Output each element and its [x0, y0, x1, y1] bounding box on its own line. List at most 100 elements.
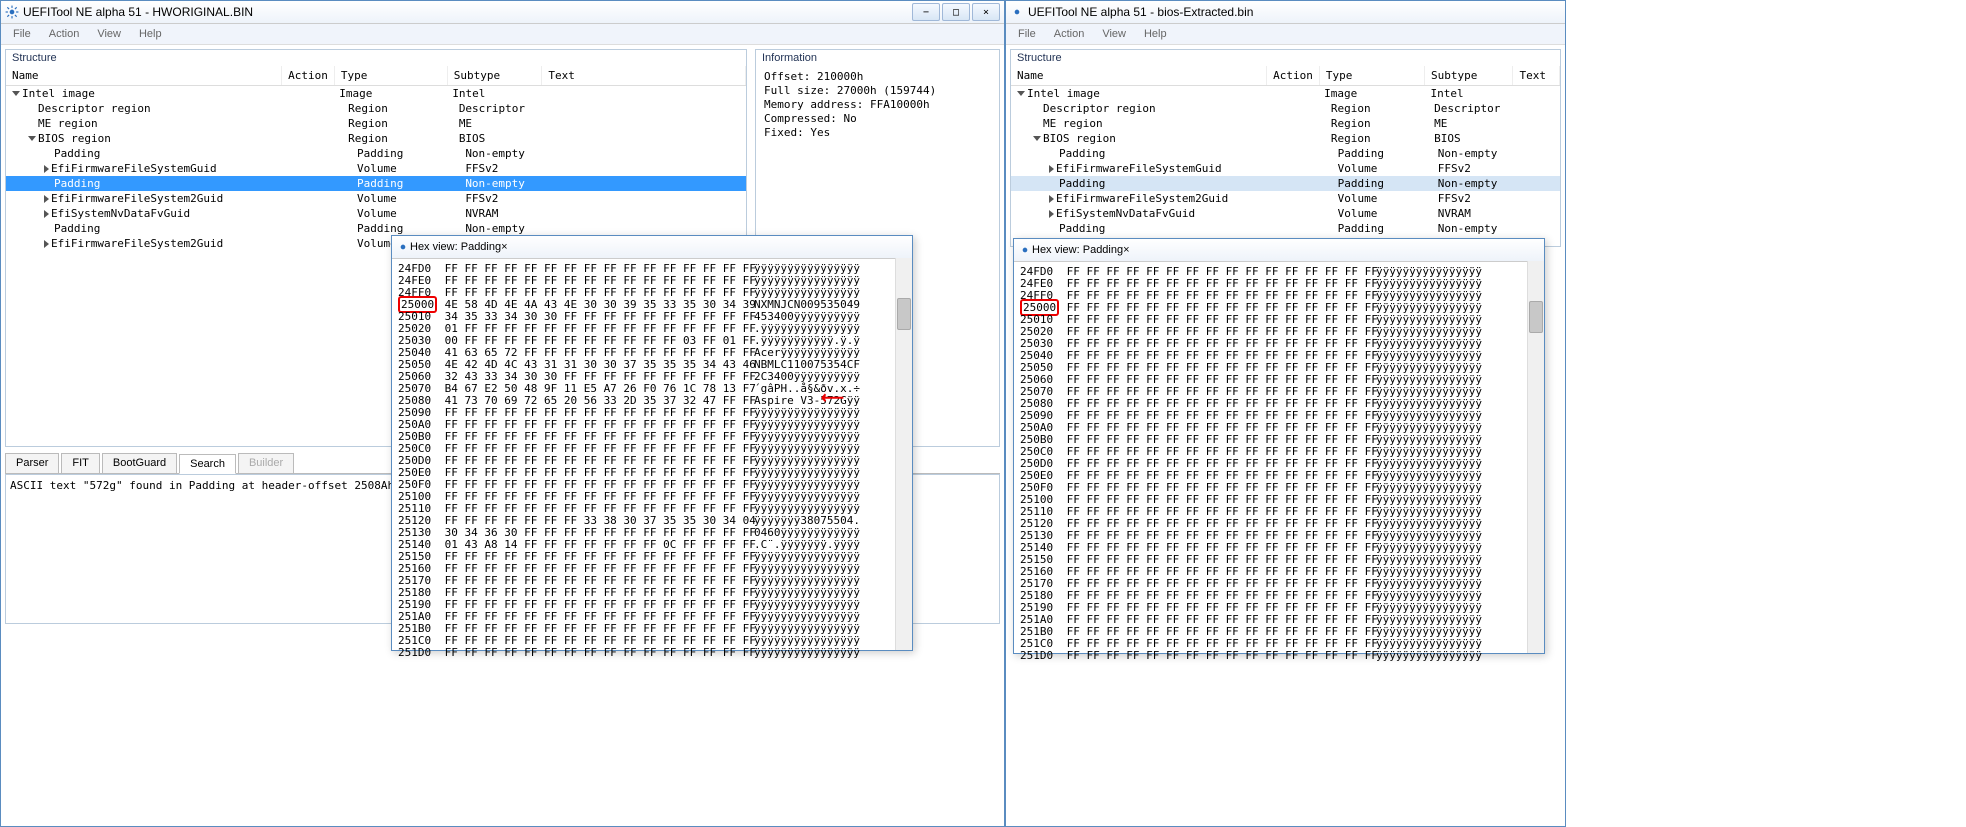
app-icon [396, 240, 410, 254]
hex-ascii: ÿÿÿÿÿÿÿÿÿÿÿÿÿÿÿÿ [1370, 650, 1482, 662]
tab-parser[interactable]: Parser [5, 453, 59, 473]
app-icon [1010, 5, 1024, 19]
tree-row[interactable]: PaddingPaddingNon-empty [1011, 176, 1560, 191]
tab-bootguard[interactable]: BootGuard [102, 453, 177, 473]
tree-node-name: EfiSystemNvDataFvGuid [1056, 207, 1195, 220]
expand-icon[interactable] [1049, 195, 1054, 203]
tree-row[interactable]: PaddingPaddingNon-empty [6, 221, 746, 236]
expand-icon[interactable] [44, 165, 49, 173]
expand-icon[interactable] [1049, 165, 1054, 173]
column-header-type[interactable]: Type [1320, 66, 1425, 85]
menu-help[interactable]: Help [1136, 26, 1175, 42]
tree-row[interactable]: Descriptor regionRegionDescriptor [1011, 101, 1560, 116]
menu-action[interactable]: Action [1046, 26, 1093, 42]
hex-scrollbar[interactable] [1527, 261, 1544, 653]
structure-label: Structure [1011, 50, 1560, 66]
search-result-line[interactable]: ASCII text "572g" found in Padding at he… [10, 479, 394, 492]
column-header-text[interactable]: Text [542, 66, 746, 85]
tree-row[interactable]: BIOS regionRegionBIOS [6, 131, 746, 146]
structure-label: Structure [6, 50, 746, 66]
expand-icon[interactable] [44, 210, 49, 218]
information-label: Information [756, 50, 999, 66]
tree-row[interactable]: PaddingPaddingNon-empty [1011, 146, 1560, 161]
tree-node-name: Padding [1059, 147, 1105, 160]
tree-row[interactable]: EfiSystemNvDataFvGuidVolumeNVRAM [1011, 206, 1560, 221]
menu-view[interactable]: View [89, 26, 129, 42]
hex-view-window-left[interactable]: Hex view: Padding × 24FD0 FF FF FF FF FF… [391, 235, 913, 651]
column-header-subtype[interactable]: Subtype [448, 66, 543, 85]
tree-row[interactable]: BIOS regionRegionBIOS [1011, 131, 1560, 146]
menu-view[interactable]: View [1094, 26, 1134, 42]
tree-row[interactable]: EfiSystemNvDataFvGuidVolumeNVRAM [6, 206, 746, 221]
hex-bytes: FF FF FF FF FF FF FF FF FF FF FF FF FF F… [438, 647, 748, 659]
hex-offset: 251D0 [398, 647, 438, 659]
hex-close-button[interactable]: × [1123, 244, 1129, 256]
tree-node-name: Intel image [1027, 87, 1100, 100]
structure-panel: Structure NameActionTypeSubtypeText Inte… [1010, 49, 1561, 247]
menubar: FileActionViewHelp [1, 24, 1004, 45]
hex-scrollbar[interactable] [895, 258, 912, 650]
tree-row[interactable]: PaddingPaddingNon-empty [6, 176, 746, 191]
expand-icon[interactable] [1049, 210, 1054, 218]
expand-icon[interactable] [1033, 136, 1041, 141]
tab-search[interactable]: Search [179, 454, 236, 474]
tree-row[interactable]: PaddingPaddingNon-empty [1011, 221, 1560, 236]
column-header-name[interactable]: Name [1011, 66, 1267, 85]
maximize-button[interactable]: □ [942, 3, 970, 21]
hex-row[interactable]: 251D0 FF FF FF FF FF FF FF FF FF FF FF F… [398, 647, 906, 659]
hex-title: Hex view: Padding [1032, 244, 1123, 256]
titlebar-right[interactable]: UEFITool NE alpha 51 - bios-Extracted.bi… [1006, 1, 1565, 24]
tree-node-name: Padding [54, 147, 100, 160]
column-header-action[interactable]: Action [1267, 66, 1320, 85]
tree-node-name: ME region [1043, 117, 1103, 130]
tree-row[interactable]: ME regionRegionME [1011, 116, 1560, 131]
tree-node-name: Descriptor region [38, 102, 151, 115]
tree-node-name: Intel image [22, 87, 95, 100]
tree-row[interactable]: ME regionRegionME [6, 116, 746, 131]
column-header-name[interactable]: Name [6, 66, 282, 85]
expand-icon[interactable] [44, 240, 49, 248]
tree-node-name: EfiFirmwareFileSystemGuid [51, 162, 217, 175]
tree-header[interactable]: NameActionTypeSubtypeText [6, 66, 746, 86]
close-button[interactable]: × [972, 3, 1000, 21]
tree-node-name: Descriptor region [1043, 102, 1156, 115]
titlebar-left[interactable]: UEFITool NE alpha 51 - HWORIGINAL.BIN − … [1, 1, 1004, 24]
expand-icon[interactable] [1017, 91, 1025, 96]
tree-node-name: BIOS region [1043, 132, 1116, 145]
hex-row[interactable]: 251D0 FF FF FF FF FF FF FF FF FF FF FF F… [1020, 650, 1538, 662]
column-header-action[interactable]: Action [282, 66, 335, 85]
hex-close-button[interactable]: × [501, 241, 507, 253]
tree-row[interactable]: Descriptor regionRegionDescriptor [6, 101, 746, 116]
hex-body[interactable]: 24FD0 FF FF FF FF FF FF FF FF FF FF FF F… [392, 259, 912, 663]
tree-row[interactable]: EfiFirmwareFileSystem2GuidVolumeFFSv2 [1011, 191, 1560, 206]
tree-row[interactable]: EfiFirmwareFileSystemGuidVolumeFFSv2 [6, 161, 746, 176]
menu-action[interactable]: Action [41, 26, 88, 42]
column-header-subtype[interactable]: Subtype [1425, 66, 1513, 85]
tree-row[interactable]: PaddingPaddingNon-empty [6, 146, 746, 161]
column-header-text[interactable]: Text [1513, 66, 1560, 85]
tab-fit[interactable]: FIT [61, 453, 100, 473]
hex-view-window-right[interactable]: Hex view: Padding × 24FD0 FF FF FF FF FF… [1013, 238, 1545, 654]
tree-node-name: EfiSystemNvDataFvGuid [51, 207, 190, 220]
tree-node-name: EfiFirmwareFileSystemGuid [1056, 162, 1222, 175]
tree-row[interactable]: Intel imageImageIntel [6, 86, 746, 101]
tree-node-name: EfiFirmwareFileSystem2Guid [51, 237, 223, 250]
tree-row[interactable]: Intel imageImageIntel [1011, 86, 1560, 101]
app-icon [1018, 243, 1032, 257]
expand-icon[interactable] [12, 91, 20, 96]
window-title: UEFITool NE alpha 51 - bios-Extracted.bi… [1028, 5, 1561, 19]
menubar: FileActionViewHelp [1006, 24, 1565, 45]
tree-header[interactable]: NameActionTypeSubtypeText [1011, 66, 1560, 86]
tree-row[interactable]: EfiFirmwareFileSystemGuidVolumeFFSv2 [1011, 161, 1560, 176]
expand-icon[interactable] [44, 195, 49, 203]
expand-icon[interactable] [28, 136, 36, 141]
tree-row[interactable]: EfiFirmwareFileSystem2GuidVolumeFFSv2 [6, 191, 746, 206]
column-header-type[interactable]: Type [335, 66, 448, 85]
menu-file[interactable]: File [5, 26, 39, 42]
information-text[interactable]: Offset: 210000h Full size: 27000h (15974… [756, 66, 999, 144]
tree-body[interactable]: Intel imageImageIntelDescriptor regionRe… [1011, 86, 1560, 246]
menu-file[interactable]: File [1010, 26, 1044, 42]
minimize-button[interactable]: − [912, 3, 940, 21]
menu-help[interactable]: Help [131, 26, 170, 42]
hex-body[interactable]: 24FD0 FF FF FF FF FF FF FF FF FF FF FF F… [1014, 262, 1544, 666]
